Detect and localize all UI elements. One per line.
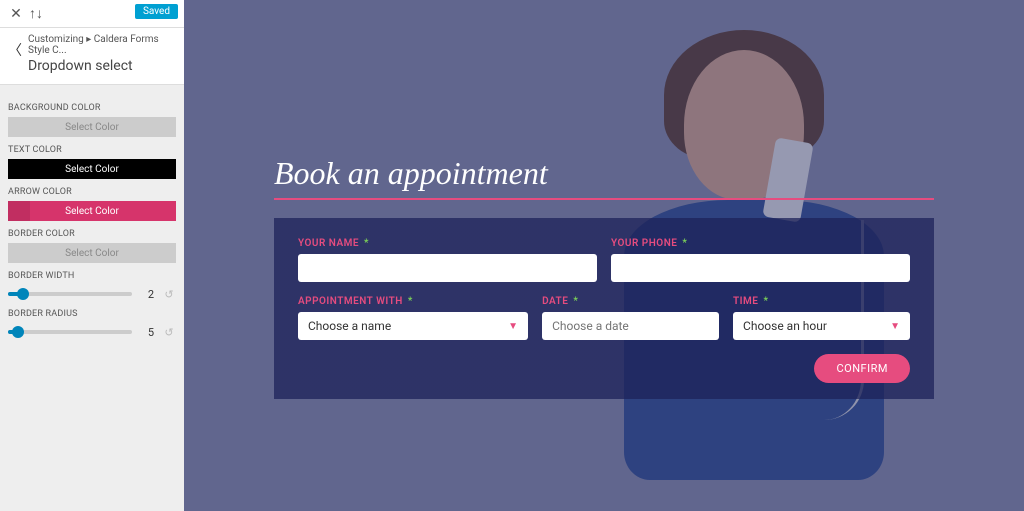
border-radius-value: 5: [140, 326, 154, 339]
border-width-row: 2 ↺: [8, 287, 176, 301]
page-heading: Book an appointment: [274, 155, 934, 192]
preview-pane: Book an appointment YOUR NAME * YOUR PHO…: [184, 0, 1024, 511]
field-appointment-with: APPOINTMENT WITH * Choose a name ▼: [298, 296, 528, 340]
arrow-color-button[interactable]: Select Color: [8, 201, 176, 221]
appointment-with-label: APPOINTMENT WITH *: [298, 296, 528, 307]
form-content: Book an appointment YOUR NAME * YOUR PHO…: [274, 155, 934, 399]
close-icon[interactable]: ✕: [6, 4, 26, 24]
section-title: Dropdown select: [0, 58, 184, 85]
field-time: TIME * Choose an hour ▼: [733, 296, 910, 340]
form-panel: YOUR NAME * YOUR PHONE * APPOINTMENT WIT…: [274, 218, 934, 399]
heading-rule: [274, 198, 934, 200]
appointment-with-select[interactable]: Choose a name ▼: [298, 312, 528, 340]
field-your-name: YOUR NAME *: [298, 238, 597, 282]
back-chevron-icon[interactable]: 〈: [8, 40, 22, 60]
your-name-input[interactable]: [298, 254, 597, 282]
border-radius-slider[interactable]: [8, 330, 132, 334]
text-color-label: TEXT COLOR: [8, 145, 176, 155]
field-date: DATE *: [542, 296, 719, 340]
bg-color-button[interactable]: Select Color: [8, 117, 176, 137]
border-width-value: 2: [140, 288, 154, 301]
breadcrumb: 〈 Customizing ▸ Caldera Forms Style C...: [0, 28, 184, 58]
your-phone-label: YOUR PHONE *: [611, 238, 910, 249]
arrow-color-label: ARROW COLOR: [8, 187, 176, 197]
confirm-button[interactable]: CONFIRM: [814, 354, 910, 383]
date-input[interactable]: [542, 312, 719, 340]
time-value: Choose an hour: [743, 319, 827, 333]
border-color-label: BORDER COLOR: [8, 229, 176, 239]
border-width-slider[interactable]: [8, 292, 132, 296]
chevron-down-icon: ▼: [508, 321, 518, 332]
border-radius-row: 5 ↺: [8, 325, 176, 339]
your-name-label: YOUR NAME *: [298, 238, 597, 249]
time-select[interactable]: Choose an hour ▼: [733, 312, 910, 340]
time-label: TIME *: [733, 296, 910, 307]
saved-badge: Saved: [135, 4, 178, 19]
border-width-reset-icon[interactable]: ↺: [162, 287, 176, 301]
controls-panel: BACKGROUND COLOR Select Color TEXT COLOR…: [0, 85, 184, 349]
reorder-icon[interactable]: ↑↓: [26, 4, 46, 24]
breadcrumb-prefix: Customizing ▸: [28, 34, 91, 45]
border-color-button[interactable]: Select Color: [8, 243, 176, 263]
customizer-topbar: ✕ ↑↓ Saved: [0, 0, 184, 28]
field-your-phone: YOUR PHONE *: [611, 238, 910, 282]
border-radius-label: BORDER RADIUS: [8, 309, 176, 319]
customizer-sidebar: ✕ ↑↓ Saved 〈 Customizing ▸ Caldera Forms…: [0, 0, 184, 511]
appointment-with-value: Choose a name: [308, 319, 391, 333]
bg-color-label: BACKGROUND COLOR: [8, 103, 176, 113]
your-phone-input[interactable]: [611, 254, 910, 282]
text-color-button[interactable]: Select Color: [8, 159, 176, 179]
date-label: DATE *: [542, 296, 719, 307]
border-radius-reset-icon[interactable]: ↺: [162, 325, 176, 339]
chevron-down-icon: ▼: [890, 321, 900, 332]
border-width-label: BORDER WIDTH: [8, 271, 176, 281]
